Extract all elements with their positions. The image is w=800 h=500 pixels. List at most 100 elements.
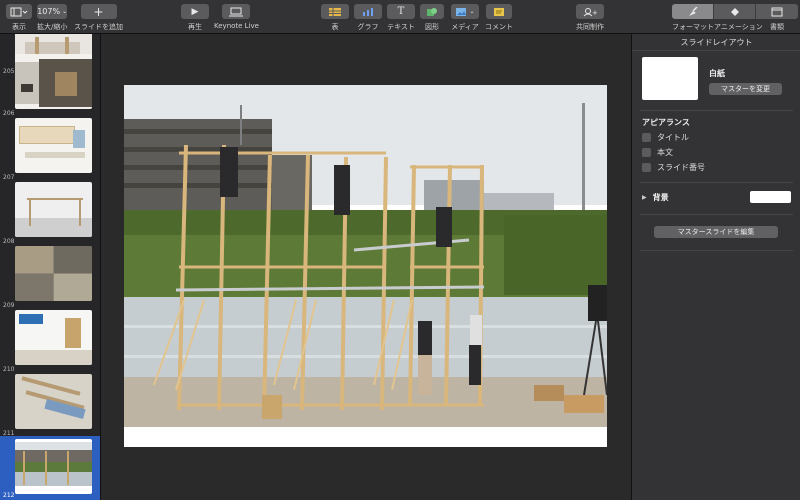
comment-button[interactable] [486,4,512,19]
slide-thumbnail-210[interactable]: 210 [0,310,100,374]
divider [640,182,793,183]
chart-button[interactable] [354,4,382,19]
media-button[interactable]: ⌄ [451,4,479,19]
animate-tab-label: アニメーション [714,23,763,31]
media-label: メディア [451,23,479,31]
shape-icon [427,7,437,16]
comment-icon [494,7,504,16]
view-label: 表示 [12,23,26,31]
animate-tab[interactable] [714,4,756,19]
slide-number-checkbox[interactable] [642,163,651,172]
add-slide-label: スライドを追加 [74,23,123,31]
title-checkbox-label: タイトル [657,133,689,142]
chart-icon [363,7,373,16]
slide-canvas [101,34,631,500]
slide-preview [15,182,92,237]
inspector-panel: スライドレイアウト 白紙 マスターを変更 アピアランス タイトル 本文 スライド… [631,34,800,500]
divider [632,50,800,51]
slide-number-checkbox-label: スライド番号 [657,163,705,172]
format-tab-label: フォーマット [672,23,714,31]
text-icon: T [397,6,405,17]
chevron-down-icon: ⌄ [469,8,475,15]
collaborate-control[interactable]: + 共同制作 [576,4,604,32]
title-checkbox-row[interactable]: タイトル [642,132,689,143]
text-button[interactable]: T [387,4,415,19]
chevron-down-icon: ⌄ [62,8,68,15]
media-icon [456,7,467,16]
body-checkbox-label: 本文 [657,148,673,157]
sidebar-view-icon [10,7,28,16]
shape-control[interactable]: 図形 [420,4,444,32]
keynote-live-label: Keynote Live [214,22,259,30]
laptop-icon [229,7,244,16]
add-slide-button[interactable]: + [80,4,117,19]
background-label: 背景 [652,193,669,202]
slide-preview [15,374,92,429]
master-name: 白紙 [709,69,725,78]
slide-thumbnail-208[interactable]: 208 [0,182,100,246]
slide-number: 207 [3,174,15,181]
master-thumbnail[interactable] [642,57,698,100]
divider [640,110,793,111]
slide-thumbnail-209[interactable]: 209 [0,246,100,310]
text-label: テキスト [387,23,415,31]
table-control[interactable]: 表 [321,4,349,32]
toolbar: 表示 107% ⌄ 拡大/縮小 + スライドを追加 ▶ 再生 Keynote L… [0,0,800,34]
keynote-live-button[interactable] [222,4,251,19]
media-control[interactable]: ⌄ メディア [451,4,479,32]
body-checkbox[interactable] [642,148,651,157]
shape-button[interactable] [420,4,444,19]
slide-photo[interactable] [124,85,607,447]
diamond-icon [730,7,739,16]
chart-control[interactable]: グラフ [354,4,382,32]
play-control[interactable]: ▶ 再生 [181,4,209,32]
appearance-heading: アピアランス [642,118,690,127]
comment-control[interactable]: コメント [485,4,513,32]
slide-preview [15,310,92,365]
slide-thumbnail-211[interactable]: 211 [0,374,100,438]
table-icon [329,7,341,16]
document-icon [771,7,783,16]
slide-preview [15,54,92,109]
play-button[interactable]: ▶ [181,4,209,19]
add-slide-control[interactable]: + スライドを追加 [74,4,123,32]
plus-icon: + [93,4,104,19]
edit-master-slide-button[interactable]: マスタースライドを編集 [654,226,778,238]
zoom-select[interactable]: 107% ⌄ [37,4,68,19]
format-tab[interactable] [672,4,714,19]
zoom-control[interactable]: 107% ⌄ 拡大/縮小 [37,4,67,32]
document-tab[interactable] [756,4,798,19]
slide-thumbnail-206[interactable]: 206 [0,54,100,118]
slide-navigator: 205 206 207 208 209 210 211 212 [0,34,101,500]
current-slide[interactable] [124,85,607,447]
slide-number-checkbox-row[interactable]: スライド番号 [642,162,705,173]
play-label: 再生 [188,23,202,31]
slide-thumbnail-207[interactable]: 207 [0,118,100,182]
slide-number: 206 [3,110,15,117]
text-control[interactable]: T テキスト [387,4,415,32]
inspector-tabs: フォーマット アニメーション 書類 [672,4,798,32]
slide-preview [15,118,92,173]
chart-label: グラフ [357,23,379,31]
slide-number: 208 [3,238,15,245]
inspector-title: スライドレイアウト [680,38,753,47]
body-checkbox-row[interactable]: 本文 [642,147,673,158]
document-tab-label: 書類 [770,23,784,31]
shape-label: 図形 [425,23,439,31]
slide-thumbnail-212[interactable]: 212 [0,436,100,500]
play-icon: ▶ [191,6,199,17]
view-button[interactable] [6,4,32,19]
background-disclosure[interactable]: ▶ 背景 [642,192,669,203]
title-checkbox[interactable] [642,133,651,142]
slide-number: 209 [3,302,15,309]
slide-number: 210 [3,366,15,373]
disclosure-triangle-icon: ▶ [642,194,647,201]
view-control[interactable]: 表示 [6,4,32,32]
collaborate-button[interactable]: + [576,4,604,19]
change-master-button[interactable]: マスターを変更 [709,83,782,95]
keynote-live-control[interactable]: Keynote Live [214,4,259,30]
background-color-well[interactable] [750,191,791,203]
collaborate-label: 共同制作 [576,23,604,31]
table-button[interactable] [321,4,349,19]
slide-number: 212 [3,492,15,499]
